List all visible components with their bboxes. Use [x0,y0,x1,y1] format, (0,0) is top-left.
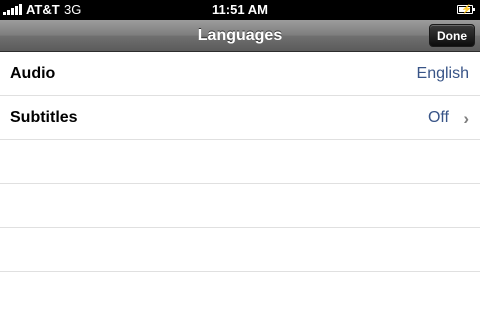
table-row-audio[interactable]: Audio English [0,52,480,96]
done-button[interactable]: Done [429,24,475,47]
battery-icon: ⚡ [457,4,475,14]
row-value: Off [427,109,449,126]
row-value: English [416,65,469,82]
row-label: Audio [10,65,56,82]
chevron-right-icon: › [463,109,469,128]
navigation-bar: Languages Done [0,20,480,52]
status-bar: AT&T 3G 11:51 AM ⚡ [0,0,480,20]
page-title: Languages [197,27,283,44]
table-row-empty [0,228,480,272]
table-row-empty [0,184,480,228]
table-row-subtitles[interactable]: Subtitles Off › [0,96,480,140]
table-row-empty [0,272,480,320]
clock: 11:51 AM [212,2,268,17]
languages-table: Audio English Subtitles Off › [0,52,480,320]
row-label: Subtitles [10,109,78,126]
table-row-empty [0,140,480,184]
